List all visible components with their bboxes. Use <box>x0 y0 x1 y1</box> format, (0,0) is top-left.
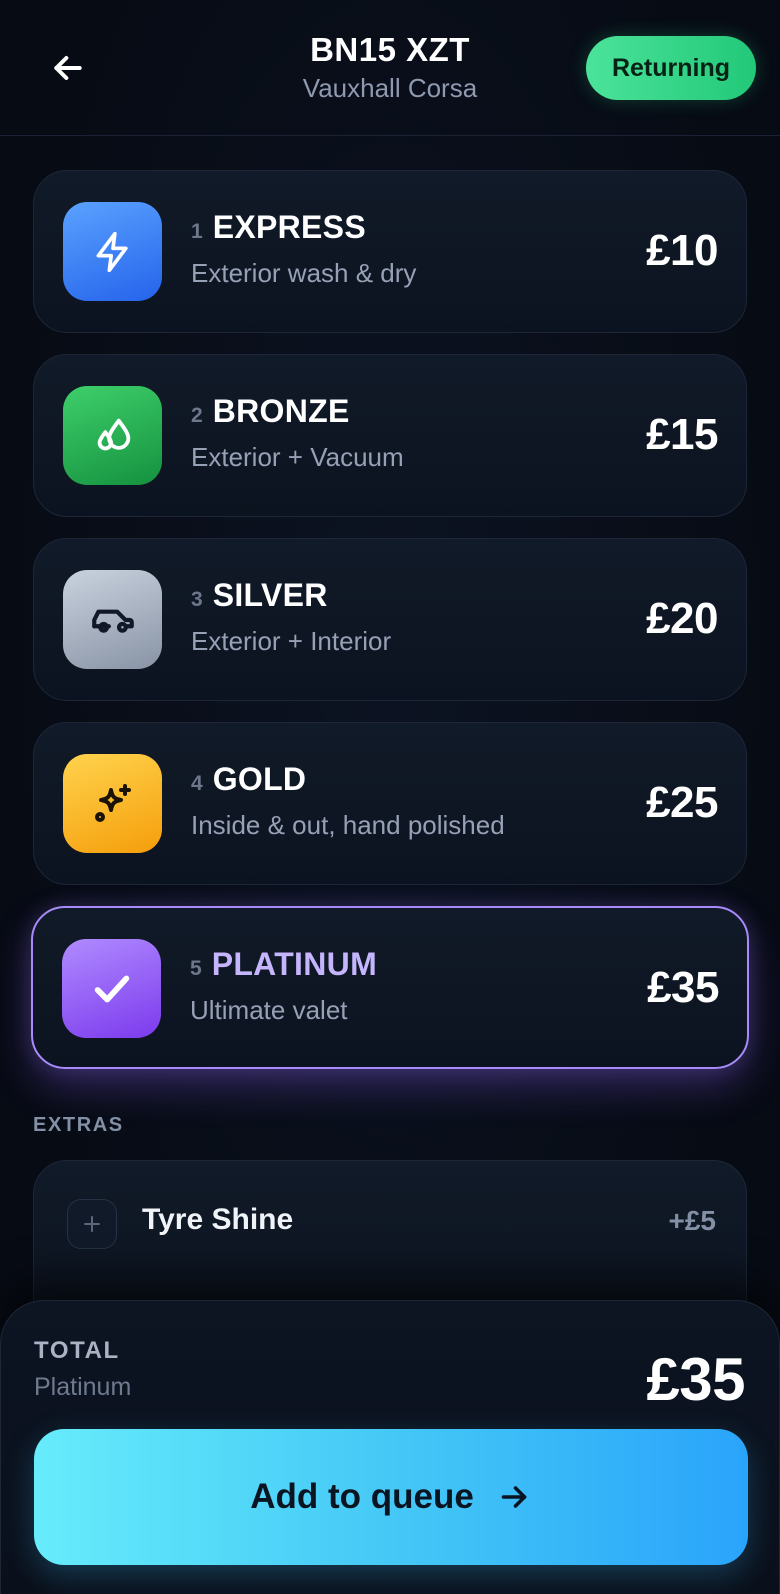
package-name: SILVER <box>212 577 328 613</box>
extra-price: +£5 <box>668 1205 717 1236</box>
package-card-gold[interactable]: 4 GOLD Inside & out, hand polished £25 <box>33 722 747 885</box>
extra-name: Tyre Shine <box>142 1203 294 1236</box>
package-name: EXPRESS <box>212 209 366 245</box>
total-label: TOTAL <box>34 1337 120 1364</box>
licence-plate: BN15 XZT <box>310 31 470 68</box>
package-info: 4 GOLD Inside & out, hand polished <box>191 761 505 841</box>
vehicle-model: Vauxhall Corsa <box>302 73 478 103</box>
package-price: £20 <box>646 594 718 643</box>
package-list: 1 EXPRESS Exterior wash & dry £10 2 BRON… <box>31 170 749 1090</box>
extra-item-tyre-shine[interactable]: Tyre Shine +£5 <box>34 1161 748 1285</box>
package-tile <box>63 570 162 669</box>
package-tile <box>62 939 161 1038</box>
package-tile <box>63 754 162 853</box>
package-card-bronze[interactable]: 2 BRONZE Exterior + Vacuum £15 <box>33 354 747 517</box>
package-tile <box>63 386 162 485</box>
droplets-icon <box>97 418 130 450</box>
back-button[interactable] <box>42 42 94 94</box>
package-description: Exterior + Interior <box>191 626 392 656</box>
vehicle-title: BN15 XZT Vauxhall Corsa <box>190 30 590 104</box>
order-summary-sheet: TOTAL Platinum £35 Add to queue <box>0 1300 780 1594</box>
package-price: £35 <box>647 963 719 1012</box>
plus-icon <box>84 1216 100 1232</box>
app-screen: BN15 XZT Vauxhall Corsa Returning 1 EXPR… <box>0 0 780 1594</box>
selected-package-name: Platinum <box>34 1373 132 1401</box>
sparkle-icon <box>94 783 131 822</box>
package-number: 4 <box>191 772 203 795</box>
package-description: Exterior + Vacuum <box>191 442 404 472</box>
package-description: Inside & out, hand polished <box>191 810 505 840</box>
package-card-express[interactable]: 1 EXPRESS Exterior wash & dry £10 <box>33 170 747 333</box>
package-price: £10 <box>646 226 718 275</box>
package-number: 2 <box>191 404 203 427</box>
package-name: GOLD <box>212 761 307 797</box>
package-card-platinum[interactable]: 5 PLATINUM Ultimate valet £35 <box>31 906 749 1069</box>
header: BN15 XZT Vauxhall Corsa Returning <box>0 0 780 136</box>
package-info: 1 EXPRESS Exterior wash & dry <box>191 209 416 289</box>
package-name: BRONZE <box>212 393 350 429</box>
arrow-right-icon <box>496 1479 532 1515</box>
car-icon <box>91 609 134 633</box>
package-description: Exterior wash & dry <box>191 258 417 288</box>
check-icon <box>94 975 129 1002</box>
package-description: Ultimate valet <box>190 995 348 1025</box>
package-info: 2 BRONZE Exterior + Vacuum <box>191 393 404 473</box>
package-info: 3 SILVER Exterior + Interior <box>191 577 391 657</box>
package-info: 5 PLATINUM Ultimate valet <box>190 946 377 1026</box>
package-name: PLATINUM <box>211 946 378 982</box>
package-tile <box>63 202 162 301</box>
add-to-queue-label: Add to queue <box>250 1477 474 1516</box>
extra-toggle[interactable] <box>67 1199 117 1249</box>
package-price: £25 <box>646 778 718 827</box>
package-number: 5 <box>190 957 202 980</box>
lightning-icon <box>96 231 128 272</box>
package-number: 3 <box>191 588 203 611</box>
package-card-silver[interactable]: 3 SILVER Exterior + Interior £20 <box>33 538 747 701</box>
returning-badge: Returning <box>586 36 756 100</box>
total-price: £35 <box>646 1346 745 1413</box>
package-price: £15 <box>646 410 718 459</box>
extras-heading: EXTRAS <box>33 1114 124 1136</box>
arrow-left-icon <box>54 56 82 80</box>
add-to-queue-button[interactable]: Add to queue <box>34 1429 748 1565</box>
package-number: 1 <box>191 220 203 243</box>
